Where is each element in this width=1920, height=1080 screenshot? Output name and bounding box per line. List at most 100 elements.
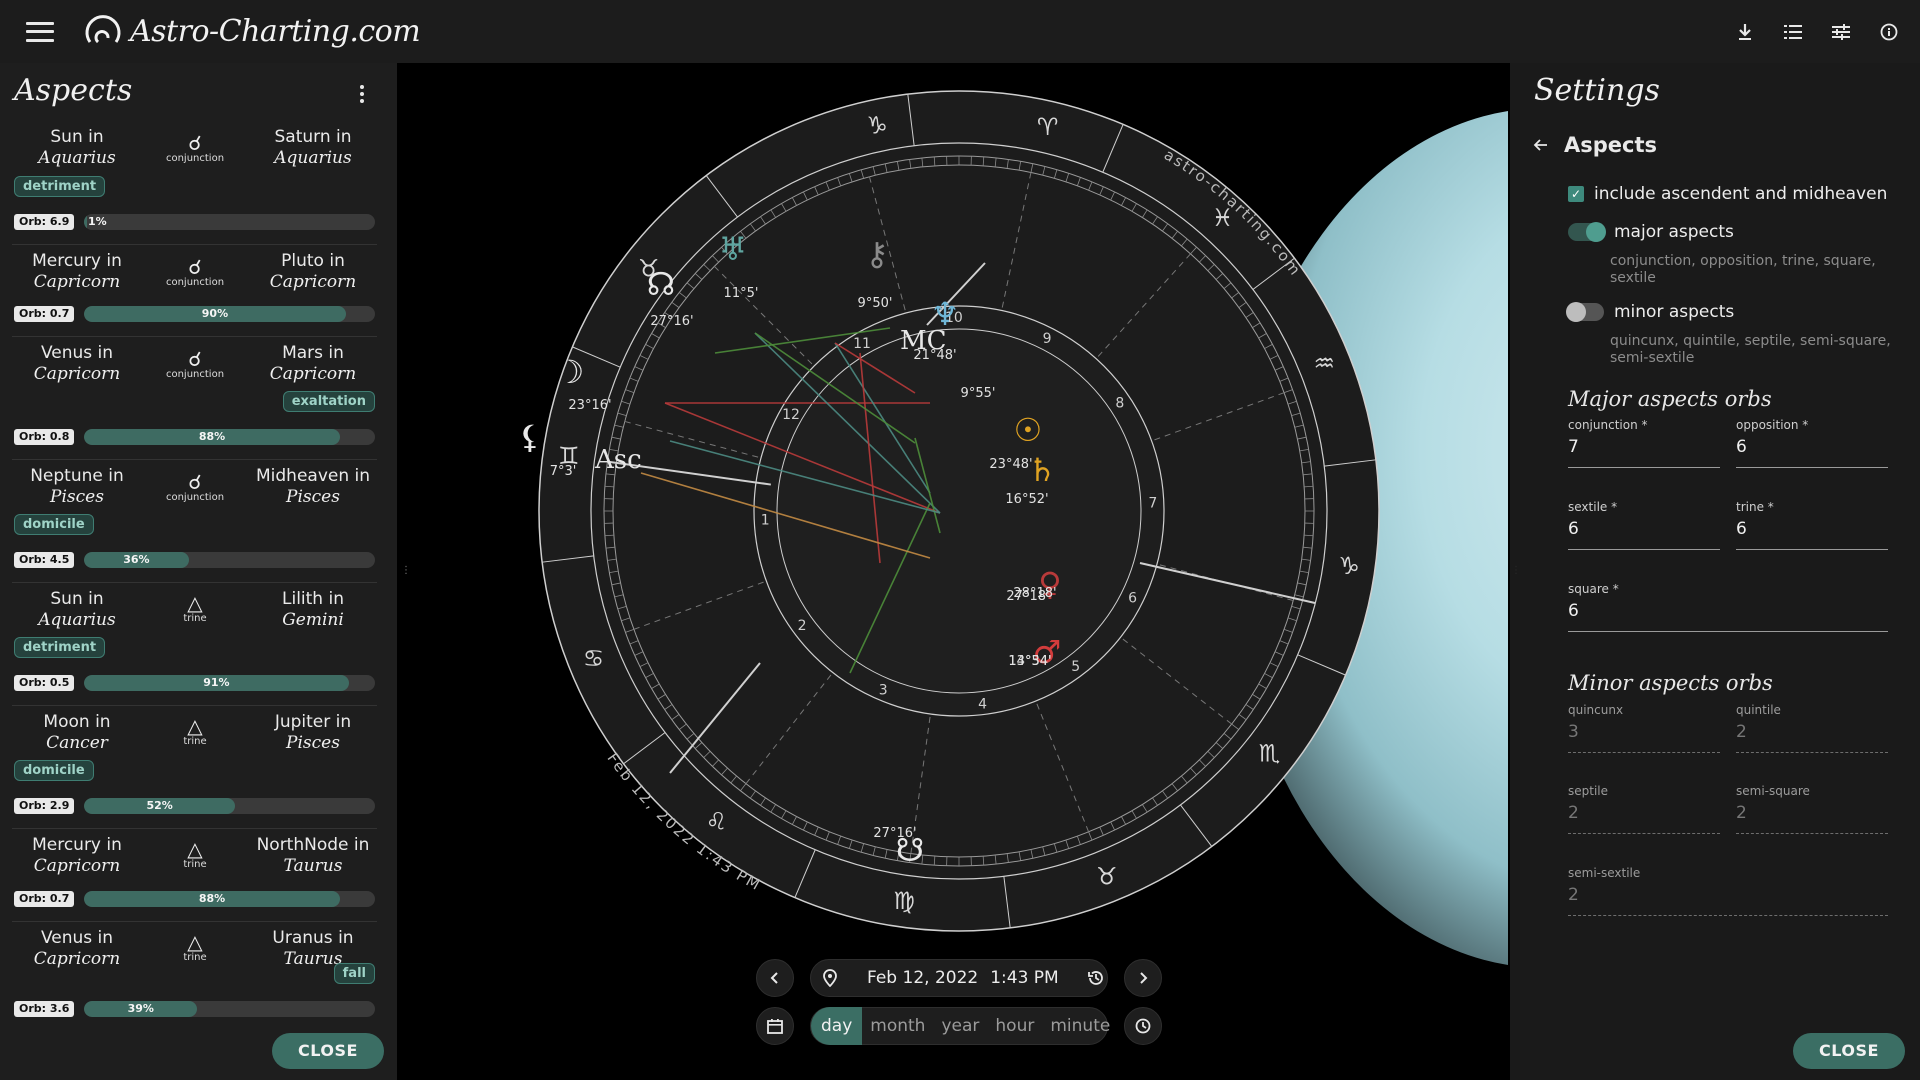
quintile-orb-label: quintile (1736, 703, 1781, 717)
next-button[interactable] (1124, 959, 1162, 997)
clock-icon (1135, 1018, 1151, 1034)
body2-sign: Pisces (286, 487, 340, 507)
left-resize-handle[interactable]: ⋮ (401, 565, 411, 577)
body2-sign: Pisces (286, 733, 340, 753)
aspect-symbol: △ trine (140, 593, 250, 624)
minor-aspects-hint: quincunx, quintile, septile, semi-square… (1610, 333, 1891, 366)
opposition-orb-label: opposition * (1736, 418, 1809, 432)
aspect-card[interactable]: Mercury in Capricorn ☌ conjunction Pluto… (12, 245, 377, 337)
natal-chart-wheel[interactable]: ♑ ♈♓♒♑♏♉♍♌♋♊♉123456789101112AscMC☊27°16'♅… (410, 63, 1508, 1080)
sextile-orb-value[interactable]: 6 (1568, 519, 1720, 539)
body2-sign: Capricorn (269, 272, 357, 292)
logo[interactable]: Astro-Charting.com (82, 12, 421, 52)
body2-name: Uranus in (272, 928, 354, 948)
aspect-list[interactable]: Sun in Aquarius ☌ conjunction Saturn in … (12, 121, 377, 1021)
settings-panel: Settings Aspects ✓ include ascendent and… (1510, 63, 1920, 1080)
settings-close-button[interactable]: CLOSE (1793, 1033, 1905, 1069)
trine-icon: △ (187, 930, 203, 954)
major-aspects-option[interactable]: major aspects (1568, 222, 1734, 242)
septile-orb-field: septile 2 (1568, 784, 1720, 834)
aspect-card[interactable]: Venus in Capricorn △ trine Uranus in Tau… (12, 922, 377, 1021)
square-orb-value[interactable]: 6 (1568, 601, 1888, 621)
conjunction-orb-value[interactable]: 7 (1568, 437, 1720, 457)
body1-name: Sun in (50, 589, 104, 609)
date-time-field[interactable]: Feb 12, 2022 1:43 PM (810, 959, 1108, 997)
aspect-card[interactable]: Moon in Cancer △ trine Jupiter in Pisces… (12, 706, 377, 829)
conjunction-orb-field[interactable]: conjunction * 7 (1568, 418, 1720, 468)
body2-name: Saturn in (274, 127, 352, 147)
house-number: 3 (879, 683, 888, 699)
calendar-button[interactable] (756, 1007, 794, 1045)
quincunx-orb-value: 3 (1568, 722, 1579, 742)
sextile-orb-field[interactable]: sextile * 6 (1568, 500, 1720, 550)
include-asc-mc-option[interactable]: ✓ include ascendent and midheaven (1568, 184, 1887, 204)
seg-day[interactable]: day (811, 1007, 863, 1045)
minor-aspects-option[interactable]: minor aspects (1566, 302, 1734, 322)
zodiac-sign-glyph: ♈ (1037, 113, 1059, 141)
aspect-card[interactable]: Sun in Aquarius ☌ conjunction Saturn in … (12, 121, 377, 245)
body1-name: Venus in (40, 343, 114, 363)
minor-aspects-toggle[interactable] (1566, 302, 1604, 322)
septile-orb-label: septile (1568, 784, 1609, 798)
body1-name: Sun in (50, 127, 104, 147)
download-icon[interactable] (1734, 21, 1756, 43)
more-vert-icon[interactable] (359, 85, 365, 103)
aspect-body2: Pluto in Capricorn (248, 251, 377, 292)
planet-degree: 27°16' (650, 314, 693, 329)
body2-name: Jupiter in (274, 712, 352, 732)
location-pin-icon[interactable] (823, 969, 837, 987)
aspect-card[interactable]: Venus in Capricorn ☌ conjunction Mars in… (12, 337, 377, 460)
aspect-body1: Sun in Aquarius (12, 589, 142, 630)
dignity-badge: domicile (14, 514, 94, 535)
aspect-card[interactable]: Neptune in Pisces ☌ conjunction Midheave… (12, 460, 377, 583)
aspect-body2: Saturn in Aquarius (248, 127, 377, 168)
aspect-symbol: △ trine (140, 716, 250, 747)
step-unit-selector[interactable]: day month year hour minute (810, 1007, 1110, 1045)
planet-glyph: ☉ (1014, 411, 1043, 449)
orb-strength-percent: 52% (146, 799, 173, 812)
planet-glyph: ☊ (647, 265, 675, 303)
include-asc-mc-checkbox[interactable]: ✓ (1568, 186, 1584, 202)
aspects-panel-title: Aspects (14, 73, 133, 108)
asc-label: Asc (594, 445, 642, 475)
orb-strength-bar: 52% (84, 798, 375, 814)
now-button[interactable] (1124, 1007, 1162, 1045)
seg-minute[interactable]: minute (1042, 1007, 1118, 1045)
chevron-left-icon (770, 972, 778, 984)
trine-orb-value[interactable]: 6 (1736, 519, 1888, 539)
body1-sign: Aquarius (38, 148, 116, 168)
trine-icon: △ (187, 837, 203, 861)
planet-degree: 9°50' (858, 296, 893, 311)
list-icon[interactable] (1782, 21, 1804, 43)
opposition-orb-field[interactable]: opposition * 6 (1736, 418, 1888, 468)
trine-orb-field[interactable]: trine * 6 (1736, 500, 1888, 550)
orb-label: Orb: 2.9 (14, 798, 75, 814)
aspect-card[interactable]: Sun in Aquarius △ trine Lilith in Gemini… (12, 583, 377, 706)
house-number: 5 (1071, 659, 1080, 675)
info-icon[interactable] (1878, 21, 1900, 43)
tune-icon[interactable] (1830, 21, 1852, 43)
aspect-card[interactable]: Mercury in Capricorn △ trine NorthNode i… (12, 829, 377, 922)
history-icon[interactable] (1087, 969, 1105, 987)
planet-glyph: ♄ (1028, 451, 1057, 489)
orb-strength-percent: 91% (203, 676, 230, 689)
previous-button[interactable] (756, 959, 794, 997)
seg-month[interactable]: month (862, 1007, 933, 1045)
seg-year[interactable]: year (933, 1007, 987, 1045)
aspects-close-button[interactable]: CLOSE (272, 1033, 384, 1069)
dignity-badge: fall (333, 963, 375, 984)
aspects-back-button[interactable]: Aspects (1532, 133, 1657, 157)
menu-icon[interactable] (26, 21, 54, 42)
zodiac-sign-glyph: ♑ (1338, 552, 1360, 580)
seg-hour[interactable]: hour (987, 1007, 1042, 1045)
orb-label: Orb: 4.5 (14, 552, 75, 568)
house-number: 1 (761, 512, 770, 528)
aspect-symbol: ☌ conjunction (140, 472, 250, 503)
opposition-orb-value[interactable]: 6 (1736, 437, 1888, 457)
semi-square-orb-value: 2 (1736, 803, 1747, 823)
major-aspects-toggle[interactable] (1568, 222, 1606, 242)
time-text: 1:43 PM (990, 968, 1059, 988)
square-orb-field[interactable]: square * 6 (1568, 582, 1888, 632)
planet-degree: 16°52' (1005, 492, 1048, 507)
aspect-name: conjunction (165, 277, 225, 288)
